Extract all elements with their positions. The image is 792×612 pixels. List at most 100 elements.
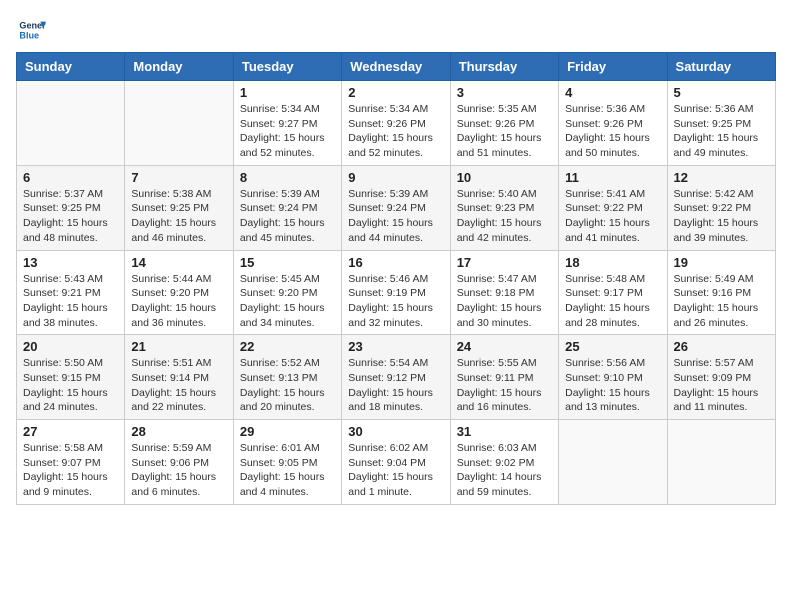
day-cell: 20 Sunrise: 5:50 AM Sunset: 9:15 PM Dayli… (17, 335, 125, 420)
svg-text:Blue: Blue (19, 30, 39, 40)
day-cell: 2 Sunrise: 5:34 AM Sunset: 9:26 PM Daylig… (342, 81, 450, 166)
day-number: 30 (348, 424, 443, 439)
day-info: Sunrise: 5:38 AM Sunset: 9:25 PM Dayligh… (131, 187, 226, 246)
day-info: Sunrise: 6:03 AM Sunset: 9:02 PM Dayligh… (457, 441, 552, 500)
day-number: 22 (240, 339, 335, 354)
day-cell: 12 Sunrise: 5:42 AM Sunset: 9:22 PM Dayli… (667, 165, 775, 250)
day-cell: 8 Sunrise: 5:39 AM Sunset: 9:24 PM Daylig… (233, 165, 341, 250)
day-number: 15 (240, 255, 335, 270)
day-info: Sunrise: 6:02 AM Sunset: 9:04 PM Dayligh… (348, 441, 443, 500)
logo-icon: General Blue (18, 16, 46, 44)
day-cell: 14 Sunrise: 5:44 AM Sunset: 9:20 PM Dayli… (125, 250, 233, 335)
week-row-1: 1 Sunrise: 5:34 AM Sunset: 9:27 PM Daylig… (17, 81, 776, 166)
logo: General Blue (16, 16, 50, 44)
day-number: 28 (131, 424, 226, 439)
day-number: 21 (131, 339, 226, 354)
day-cell: 19 Sunrise: 5:49 AM Sunset: 9:16 PM Dayli… (667, 250, 775, 335)
day-number: 1 (240, 85, 335, 100)
day-info: Sunrise: 5:44 AM Sunset: 9:20 PM Dayligh… (131, 272, 226, 331)
day-cell (559, 420, 667, 505)
col-header-tuesday: Tuesday (233, 53, 341, 81)
day-info: Sunrise: 5:55 AM Sunset: 9:11 PM Dayligh… (457, 356, 552, 415)
day-info: Sunrise: 5:57 AM Sunset: 9:09 PM Dayligh… (674, 356, 769, 415)
header-row: SundayMondayTuesdayWednesdayThursdayFrid… (17, 53, 776, 81)
day-info: Sunrise: 5:59 AM Sunset: 9:06 PM Dayligh… (131, 441, 226, 500)
day-info: Sunrise: 5:42 AM Sunset: 9:22 PM Dayligh… (674, 187, 769, 246)
day-number: 10 (457, 170, 552, 185)
day-info: Sunrise: 5:37 AM Sunset: 9:25 PM Dayligh… (23, 187, 118, 246)
day-number: 29 (240, 424, 335, 439)
day-number: 18 (565, 255, 660, 270)
day-info: Sunrise: 5:49 AM Sunset: 9:16 PM Dayligh… (674, 272, 769, 331)
day-info: Sunrise: 5:35 AM Sunset: 9:26 PM Dayligh… (457, 102, 552, 161)
day-cell: 29 Sunrise: 6:01 AM Sunset: 9:05 PM Dayli… (233, 420, 341, 505)
day-cell: 4 Sunrise: 5:36 AM Sunset: 9:26 PM Daylig… (559, 81, 667, 166)
col-header-sunday: Sunday (17, 53, 125, 81)
col-header-friday: Friday (559, 53, 667, 81)
day-cell (667, 420, 775, 505)
day-number: 14 (131, 255, 226, 270)
day-info: Sunrise: 5:40 AM Sunset: 9:23 PM Dayligh… (457, 187, 552, 246)
day-number: 12 (674, 170, 769, 185)
day-cell: 1 Sunrise: 5:34 AM Sunset: 9:27 PM Daylig… (233, 81, 341, 166)
day-info: Sunrise: 5:34 AM Sunset: 9:26 PM Dayligh… (348, 102, 443, 161)
day-info: Sunrise: 5:54 AM Sunset: 9:12 PM Dayligh… (348, 356, 443, 415)
day-number: 20 (23, 339, 118, 354)
day-info: Sunrise: 6:01 AM Sunset: 9:05 PM Dayligh… (240, 441, 335, 500)
page-header: General Blue (16, 16, 776, 44)
day-cell: 18 Sunrise: 5:48 AM Sunset: 9:17 PM Dayli… (559, 250, 667, 335)
day-cell: 31 Sunrise: 6:03 AM Sunset: 9:02 PM Dayli… (450, 420, 558, 505)
day-number: 5 (674, 85, 769, 100)
day-info: Sunrise: 5:51 AM Sunset: 9:14 PM Dayligh… (131, 356, 226, 415)
day-cell: 25Sunrise: 5:56 AM Sunset: 9:10 PM Dayli… (559, 335, 667, 420)
day-number: 13 (23, 255, 118, 270)
day-cell: 15Sunrise: 5:45 AM Sunset: 9:20 PM Dayli… (233, 250, 341, 335)
day-number: 4 (565, 85, 660, 100)
day-number: 2 (348, 85, 443, 100)
day-cell: 10 Sunrise: 5:40 AM Sunset: 9:23 PM Dayli… (450, 165, 558, 250)
day-cell: 9 Sunrise: 5:39 AM Sunset: 9:24 PM Daylig… (342, 165, 450, 250)
day-number: 26 (674, 339, 769, 354)
day-number: 3 (457, 85, 552, 100)
day-info: Sunrise: 5:36 AM Sunset: 9:26 PM Dayligh… (565, 102, 660, 161)
day-info: Sunrise: 5:41 AM Sunset: 9:22 PM Dayligh… (565, 187, 660, 246)
week-row-3: 13 Sunrise: 5:43 AM Sunset: 9:21 PM Dayli… (17, 250, 776, 335)
day-cell: 23 Sunrise: 5:54 AM Sunset: 9:12 PM Dayli… (342, 335, 450, 420)
day-info: Sunrise: 5:50 AM Sunset: 9:15 PM Dayligh… (23, 356, 118, 415)
day-number: 16 (348, 255, 443, 270)
day-cell: 22Sunrise: 5:52 AM Sunset: 9:13 PM Dayli… (233, 335, 341, 420)
day-number: 17 (457, 255, 552, 270)
week-row-5: 27Sunrise: 5:58 AM Sunset: 9:07 PM Dayli… (17, 420, 776, 505)
day-number: 7 (131, 170, 226, 185)
day-cell: 11 Sunrise: 5:41 AM Sunset: 9:22 PM Dayli… (559, 165, 667, 250)
day-info: Sunrise: 5:56 AM Sunset: 9:10 PM Dayligh… (565, 356, 660, 415)
day-cell: 3 Sunrise: 5:35 AM Sunset: 9:26 PM Daylig… (450, 81, 558, 166)
day-info: Sunrise: 5:36 AM Sunset: 9:25 PM Dayligh… (674, 102, 769, 161)
week-row-2: 6Sunrise: 5:37 AM Sunset: 9:25 PM Daylig… (17, 165, 776, 250)
day-info: Sunrise: 5:39 AM Sunset: 9:24 PM Dayligh… (240, 187, 335, 246)
week-row-4: 20 Sunrise: 5:50 AM Sunset: 9:15 PM Dayli… (17, 335, 776, 420)
day-number: 31 (457, 424, 552, 439)
col-header-monday: Monday (125, 53, 233, 81)
day-cell (17, 81, 125, 166)
day-cell: 7 Sunrise: 5:38 AM Sunset: 9:25 PM Daylig… (125, 165, 233, 250)
day-cell: 16Sunrise: 5:46 AM Sunset: 9:19 PM Dayli… (342, 250, 450, 335)
day-number: 24 (457, 339, 552, 354)
day-info: Sunrise: 5:48 AM Sunset: 9:17 PM Dayligh… (565, 272, 660, 331)
calendar: SundayMondayTuesdayWednesdayThursdayFrid… (16, 52, 776, 505)
day-cell: 24 Sunrise: 5:55 AM Sunset: 9:11 PM Dayli… (450, 335, 558, 420)
day-info: Sunrise: 5:58 AM Sunset: 9:07 PM Dayligh… (23, 441, 118, 500)
day-cell: 13 Sunrise: 5:43 AM Sunset: 9:21 PM Dayli… (17, 250, 125, 335)
day-number: 11 (565, 170, 660, 185)
day-cell: 30 Sunrise: 6:02 AM Sunset: 9:04 PM Dayli… (342, 420, 450, 505)
col-header-thursday: Thursday (450, 53, 558, 81)
day-number: 8 (240, 170, 335, 185)
day-info: Sunrise: 5:39 AM Sunset: 9:24 PM Dayligh… (348, 187, 443, 246)
day-number: 19 (674, 255, 769, 270)
day-number: 23 (348, 339, 443, 354)
day-number: 9 (348, 170, 443, 185)
day-cell: 28 Sunrise: 5:59 AM Sunset: 9:06 PM Dayli… (125, 420, 233, 505)
day-info: Sunrise: 5:34 AM Sunset: 9:27 PM Dayligh… (240, 102, 335, 161)
day-info: Sunrise: 5:43 AM Sunset: 9:21 PM Dayligh… (23, 272, 118, 331)
day-cell: 6Sunrise: 5:37 AM Sunset: 9:25 PM Daylig… (17, 165, 125, 250)
